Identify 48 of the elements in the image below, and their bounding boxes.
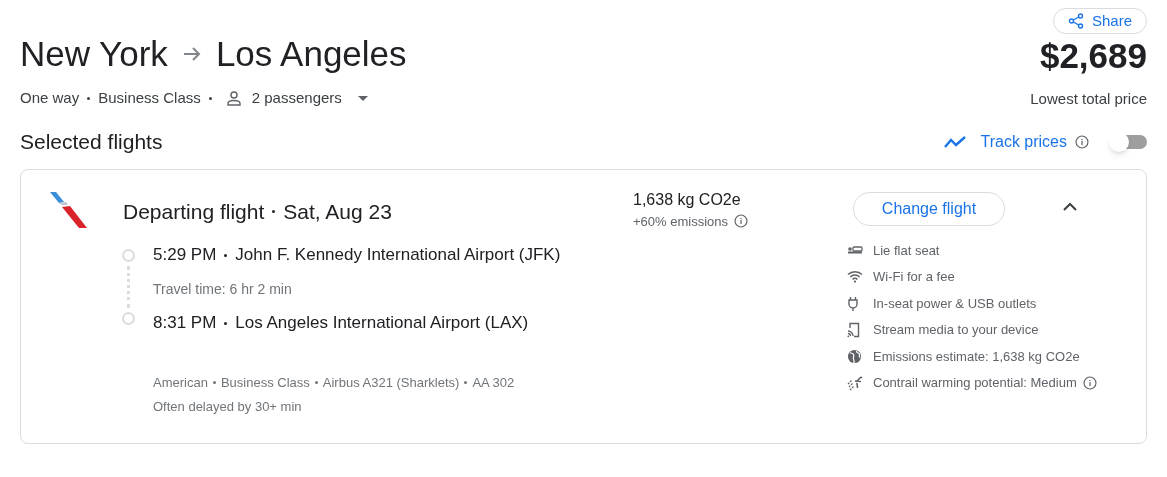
delay-note: Often delayed by 30+ min bbox=[153, 397, 303, 416]
emissions-change: +60% emissions bbox=[633, 212, 729, 231]
amenity-text: Stream media to your device bbox=[873, 321, 1039, 339]
track-prices-toggle[interactable] bbox=[1109, 131, 1147, 152]
info-icon[interactable] bbox=[1075, 134, 1089, 149]
total-price: $2,689 bbox=[1039, 35, 1147, 77]
price-label: Lowest total price bbox=[1030, 89, 1147, 109]
destination-city: Los Angeles bbox=[215, 32, 407, 75]
info-icon[interactable] bbox=[734, 214, 749, 229]
share-icon bbox=[1067, 13, 1084, 29]
cabin-class: Business Class bbox=[98, 87, 201, 108]
departure-time: 5:29 PM bbox=[153, 244, 217, 267]
amenity-text: In-seat power & USB outlets bbox=[873, 294, 1037, 313]
amenity-text: Lie flat seat bbox=[873, 241, 940, 260]
amenity-text: Emissions estimate: 1,638 kg CO2e bbox=[873, 347, 1080, 366]
flight-detail: American bbox=[153, 374, 208, 392]
travel-time: Travel time: 6 hr 2 min bbox=[153, 280, 293, 299]
departure-airport: John F. Kennedy International Airport (JFK) bbox=[235, 244, 561, 267]
dropdown-caret-icon bbox=[357, 95, 368, 101]
timeline-stop bbox=[121, 249, 135, 262]
timeline-dots bbox=[126, 266, 130, 308]
arrow-icon bbox=[181, 46, 202, 62]
amenity-text: Wi-Fi for a fee bbox=[873, 268, 955, 286]
cast-phone-icon bbox=[847, 321, 860, 338]
emissions-value: 1,638 kg CO2e bbox=[633, 189, 742, 210]
origin-city: New York bbox=[20, 32, 168, 75]
seat-icon bbox=[847, 244, 863, 257]
flight-detail: Business Class bbox=[220, 374, 310, 392]
trip-type: One way bbox=[20, 87, 80, 108]
flight-detail: Airbus A321 (Sharklets) bbox=[322, 374, 460, 392]
passengers-dropdown[interactable]: 2 passengers bbox=[225, 86, 368, 110]
plane-contrail-icon bbox=[847, 374, 863, 391]
flight-detail: AA 302 bbox=[472, 374, 515, 392]
arrival-airport: Los Angeles International Airport (LAX) bbox=[235, 312, 529, 335]
info-icon[interactable] bbox=[1082, 375, 1097, 390]
amenity-text: Contrail warming potential: Medium bbox=[873, 374, 1077, 392]
timeline-stop bbox=[121, 312, 135, 325]
arrival-time: 8:31 PM bbox=[153, 312, 217, 335]
chevron-up-icon bbox=[1063, 202, 1077, 211]
flight-title: Departing flight bbox=[123, 198, 265, 225]
globe-icon bbox=[847, 348, 862, 364]
airline-logo bbox=[47, 189, 87, 230]
plug-icon bbox=[847, 295, 859, 311]
wifi-icon bbox=[847, 270, 863, 284]
section-heading: Selected flights bbox=[20, 128, 163, 155]
flight-date: Sat, Aug 23 bbox=[283, 198, 392, 225]
person-icon bbox=[225, 90, 242, 106]
track-prices-button[interactable]: Track prices bbox=[944, 129, 1067, 154]
